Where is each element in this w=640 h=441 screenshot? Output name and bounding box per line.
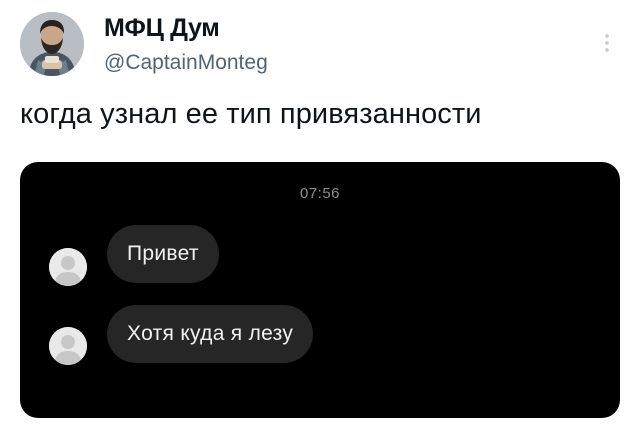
author-handle[interactable]: @CaptainMonteg	[104, 51, 268, 75]
tweet: МФЦ Дум @CaptainMonteg когда узнал ее ти…	[0, 0, 640, 441]
tweet-text: когда узнал ее тип привязанности	[20, 98, 482, 130]
chat-timestamp: 07:56	[299, 185, 341, 202]
chat-message-row: Хотя куда я лезу	[20, 305, 620, 365]
chat-message-text: Привет	[127, 242, 199, 265]
tweet-media-chat-screenshot[interactable]: 07:56 Привет Хотя куда я лезу	[20, 162, 620, 418]
author-avatar-photo	[20, 12, 84, 76]
default-avatar-icon	[49, 248, 87, 286]
more-vertical-icon[interactable]	[601, 31, 613, 55]
chat-message-text: Хотя куда я лезу	[127, 322, 294, 345]
author-display-name[interactable]: МФЦ Дум	[104, 14, 220, 43]
chat-message-bubble: Привет	[107, 225, 219, 283]
default-avatar-icon	[49, 327, 87, 365]
author-avatar[interactable]	[20, 12, 84, 76]
chat-message-row: Привет	[20, 225, 620, 286]
chat-message-bubble: Хотя куда я лезу	[107, 305, 314, 363]
